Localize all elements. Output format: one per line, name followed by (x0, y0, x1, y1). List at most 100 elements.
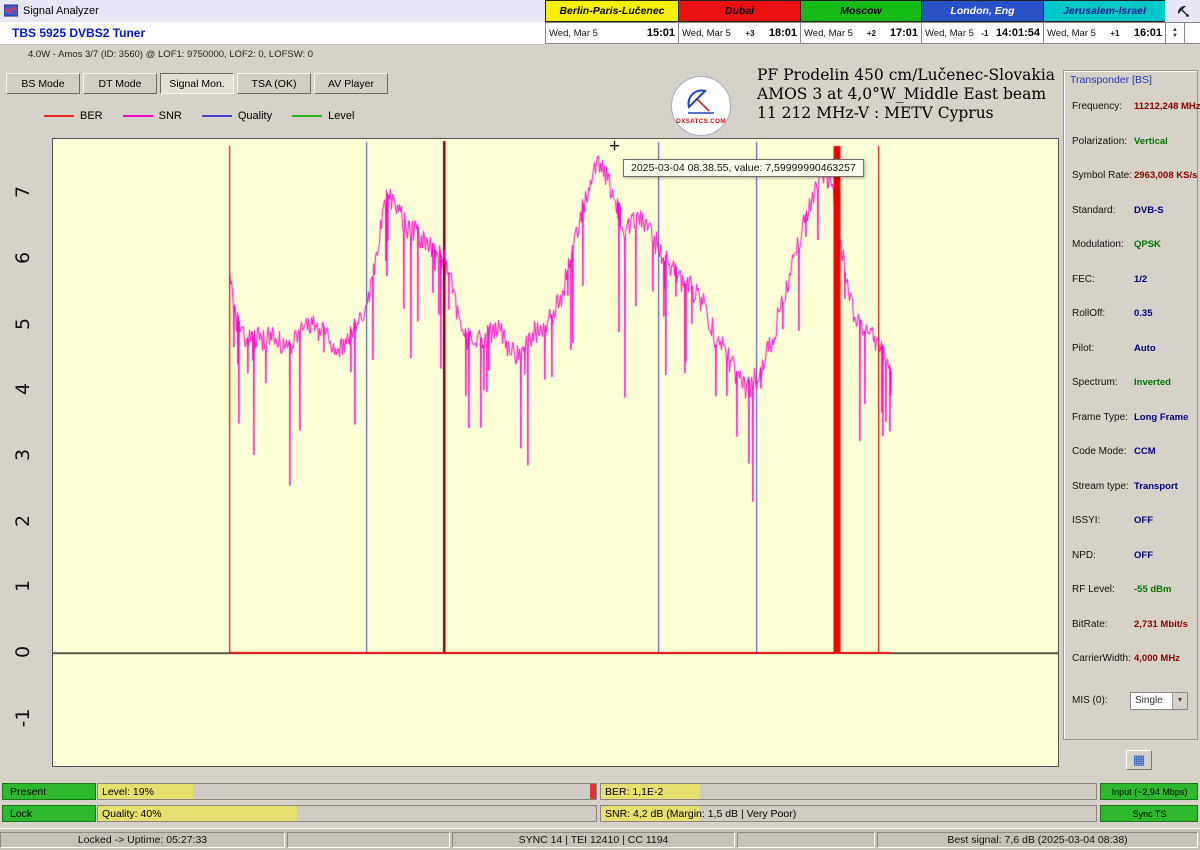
annotation-line-2: AMOS 3 at 4,0°W_Middle East beam (757, 85, 1055, 104)
legend-label: BER (80, 110, 103, 122)
tp-field-value: 0.35 (1134, 308, 1153, 319)
titlebar-corner (1165, 0, 1200, 22)
clock-time: 17:01 (890, 27, 918, 39)
spinner-down-icon[interactable]: ▼ (1172, 33, 1178, 39)
clock-utc-offset: +3 (745, 29, 754, 38)
annotation-line-1: PF Prodelin 450 cm/Lučenec-Slovakia (757, 66, 1055, 85)
world-clock-times: Wed, Mar 515:01Wed, Mar 5+318:01Wed, Mar… (545, 22, 1165, 44)
signal-chart[interactable]: + 2025-03-04 08.38.55, value: 7,59999990… (52, 138, 1059, 767)
tab-bs-mode[interactable]: BS Mode (6, 73, 80, 94)
chart-legend: BER SNR Quality Level (44, 110, 374, 122)
panel-action-button[interactable]: ▦ (1126, 750, 1152, 770)
clock-time: 14:01:54 (996, 27, 1040, 39)
chart-tooltip: 2025-03-04 08.38.55, value: 7,5999999046… (623, 159, 864, 177)
tp-field-value: OFF (1134, 515, 1153, 526)
tp-field-frequency: Frequency:11212,248 MHz (1072, 101, 1195, 112)
tp-field-value: 2,731 Mbit/s (1134, 619, 1188, 630)
clock-time: 16:01 (1134, 27, 1162, 39)
legend-item-snr: SNR (123, 110, 182, 122)
lock-indicator: Lock (2, 805, 96, 822)
mode-tabs: BS ModeDT ModeSignal Mon.TSA (OK)AV Play… (6, 73, 391, 94)
tp-field-value: Inverted (1134, 377, 1171, 388)
ber-progress: BER: 1,1E-2 (600, 783, 1097, 800)
tp-field-label: RollOff: (1072, 308, 1134, 319)
y-tick-4: 4 (9, 372, 37, 406)
tuner-header: TBS 5925 DVBS2 Tuner (0, 22, 545, 45)
mis-label: MIS (0): (1072, 695, 1130, 706)
tab-tsa-ok[interactable]: TSA (OK) (237, 73, 311, 94)
tp-field-value: 4,000 MHz (1134, 653, 1180, 664)
tab-dt-mode[interactable]: DT Mode (83, 73, 157, 94)
tuner-subtitle: 4.0W - Amos 3/7 (ID: 3560) @ LOF1: 97500… (28, 49, 313, 60)
dxsatcs-logo: DXSATCS.COM (671, 76, 731, 136)
crosshair-cursor: + (609, 136, 620, 158)
tp-field-label: Standard: (1072, 205, 1134, 216)
tp-field-label: Frequency: (1072, 101, 1134, 112)
mis-row: MIS (0): Single ▼ (1072, 692, 1193, 710)
tp-field-label: Frame Type: (1072, 412, 1134, 423)
statusbar-segment-0: Locked -> Uptime: 05:27:33 (0, 832, 285, 848)
tp-field-value: DVB-S (1134, 205, 1164, 216)
tp-field-value: OFF (1134, 550, 1153, 561)
clock-time: 18:01 (769, 27, 797, 39)
clock-date: Wed, Mar 5 (1047, 28, 1096, 39)
logo-dish-icon (683, 87, 719, 117)
tp-field-value: 11212,248 MHz (1134, 101, 1200, 112)
clock-datetime-moscow: Wed, Mar 5+217:01 (800, 22, 921, 44)
tp-field-stream-type: Stream type:Transport (1072, 481, 1195, 492)
snr-label: SNR: 4,2 dB (Margin: 1,5 dB | Very Poor) (605, 808, 796, 820)
present-indicator: Present (2, 783, 96, 800)
clock-city-jerusalem-israel: Jerusalem-Israel (1043, 0, 1165, 22)
tp-field-issyi: ISSYI:OFF (1072, 515, 1195, 526)
tp-field-label: Pilot: (1072, 343, 1134, 354)
tp-field-value: Auto (1134, 343, 1156, 354)
annotation-text: PF Prodelin 450 cm/Lučenec-Slovakia AMOS… (757, 66, 1055, 123)
tp-field-carrierwidth: CarrierWidth:4,000 MHz (1072, 653, 1195, 664)
logo-text: DXSATCS.COM (676, 118, 726, 125)
legend-swatch (44, 115, 74, 117)
satellite-dish-icon (1175, 3, 1191, 19)
tp-field-symbol-rate: Symbol Rate:2963,008 KS/s (1072, 170, 1195, 181)
quality-progress: Quality: 40% (97, 805, 597, 822)
y-tick--1: -1 (9, 701, 37, 735)
legend-item-quality: Quality (202, 110, 272, 122)
clock-date: Wed, Mar 5 (549, 28, 598, 39)
mis-select[interactable]: Single ▼ (1130, 692, 1188, 710)
tp-field-value: CCM (1134, 446, 1156, 457)
tp-field-standard: Standard:DVB-S (1072, 205, 1195, 216)
legend-swatch (292, 115, 322, 117)
chart-canvas[interactable] (53, 139, 1058, 766)
transponder-panel-title: Transponder [BS] (1070, 74, 1152, 86)
clock-utc-offset: +2 (867, 29, 876, 38)
transponder-panel: Transponder [BS] Frequency:11212,248 MHz… (1063, 70, 1198, 740)
chevron-down-icon[interactable]: ▼ (1172, 693, 1187, 709)
tab-signal-mon[interactable]: Signal Mon. (160, 73, 234, 94)
tp-field-frame-type: Frame Type:Long Frame (1072, 412, 1195, 423)
clock-date: Wed, Mar 5 (925, 28, 974, 39)
clock-datetime-london-eng: Wed, Mar 5 -1 14:01:54 (921, 22, 1043, 44)
clock-scroll-spinner[interactable]: ▲ ▼ (1165, 22, 1185, 44)
clock-city-dubai: Dubai (678, 0, 800, 22)
clock-utc-offset: +1 (1110, 29, 1119, 38)
clock-city-london-eng: London, Eng (921, 0, 1043, 22)
tab-av-player[interactable]: AV Player (314, 73, 388, 94)
snr-progress: SNR: 4,2 dB (Margin: 1,5 dB | Very Poor) (600, 805, 1097, 822)
legend-swatch (123, 115, 153, 117)
clock-utc-offset: -1 (981, 29, 988, 38)
ber-label: BER: 1,1E-2 (605, 786, 663, 798)
app-icon (4, 4, 18, 18)
tp-field-spectrum: Spectrum:Inverted (1072, 377, 1195, 388)
y-axis-labels: 76543210-1 (6, 138, 46, 765)
legend-item-level: Level (292, 110, 354, 122)
mis-selected-value: Single (1135, 695, 1163, 706)
clock-date: Wed, Mar 5 (682, 28, 731, 39)
y-tick-0: 0 (9, 635, 37, 669)
tp-field-label: Spectrum: (1072, 377, 1134, 388)
legend-item-ber: BER (44, 110, 103, 122)
tp-field-value: Vertical (1134, 136, 1168, 147)
tp-field-bitrate: BitRate:2,731 Mbit/s (1072, 619, 1195, 630)
tp-field-label: ISSYI: (1072, 515, 1134, 526)
quality-label: Quality: 40% (102, 808, 162, 820)
y-tick-6: 6 (9, 241, 37, 275)
tp-field-fec: FEC:1/2 (1072, 274, 1195, 285)
